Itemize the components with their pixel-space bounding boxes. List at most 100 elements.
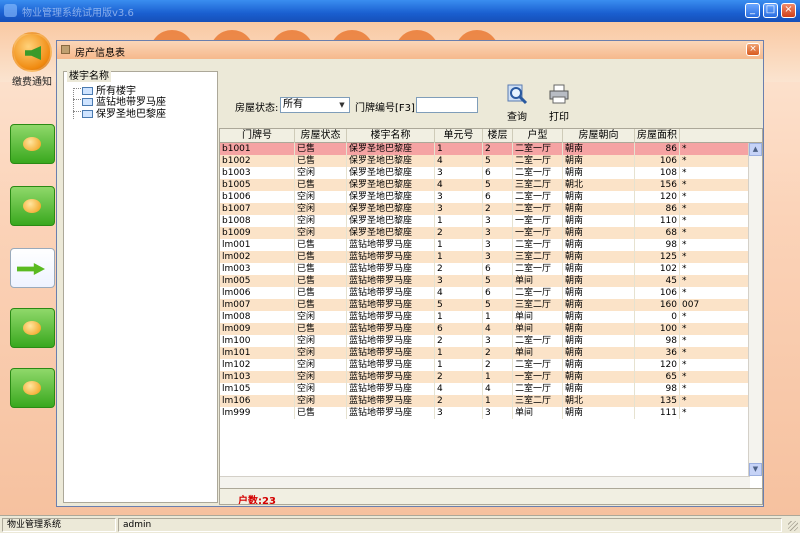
vertical-scrollbar[interactable]: ▲ ▼: [748, 143, 762, 476]
app-icon: [4, 4, 17, 17]
column-header[interactable]: 门牌号: [220, 129, 295, 143]
chevron-down-icon[interactable]: ▼: [336, 99, 348, 111]
table-row[interactable]: b1007 空闲 保罗圣地巴黎座 3 2 二室一厅 朝南 86 *: [220, 203, 750, 215]
table-cell: 蓝钻地带罗马座: [347, 299, 435, 311]
column-header[interactable]: 房屋状态: [295, 129, 347, 143]
table-cell: 5: [483, 275, 513, 287]
table-cell: 3: [483, 239, 513, 251]
table-cell: 二室一厅: [513, 191, 563, 203]
tree-item-paris[interactable]: 保罗圣地巴黎座: [82, 105, 166, 120]
resize-grip[interactable]: [788, 521, 798, 531]
table-cell: *: [682, 348, 687, 358]
table-cell: 朝南: [563, 335, 635, 347]
table-cell: 朝南: [563, 263, 635, 275]
sidebar-button-2[interactable]: [10, 186, 55, 226]
tree-item-label: 保罗圣地巴黎座: [96, 109, 166, 120]
table-row[interactable]: lm001 已售 蓝钻地带罗马座 1 3 二室一厅 朝南 98 *: [220, 239, 750, 251]
table-row[interactable]: lm008 空闲 蓝钻地带罗马座 1 1 单间 朝南 0 *: [220, 311, 750, 323]
table-row[interactable]: b1003 空闲 保罗圣地巴黎座 3 6 二室一厅 朝南 108 *: [220, 167, 750, 179]
table-row[interactable]: lm100 空闲 蓝钻地带罗马座 2 3 二室一厅 朝南 98 *: [220, 335, 750, 347]
table-row[interactable]: lm009 已售 蓝钻地带罗马座 6 4 单间 朝南 100 *: [220, 323, 750, 335]
table-cell: 2: [435, 395, 483, 407]
table-cell: 已售: [295, 143, 347, 155]
table-cell: 保罗圣地巴黎座: [347, 191, 435, 203]
column-header[interactable]: 楼宇名称: [347, 129, 435, 143]
dialog-titlebar[interactable]: 房产信息表 ×: [57, 41, 763, 59]
table-row[interactable]: lm002 已售 蓝钻地带罗马座 1 3 三室二厅 朝南 125 *: [220, 251, 750, 263]
table-row[interactable]: lm005 已售 蓝钻地带罗马座 3 5 单间 朝南 45 *: [220, 275, 750, 287]
table-row[interactable]: b1001 已售 保罗圣地巴黎座 1 2 二室一厅 朝南 86 *: [220, 143, 750, 155]
close-button[interactable]: ×: [781, 3, 796, 18]
column-header[interactable]: 房屋面积: [635, 129, 680, 143]
sidebar-button-active[interactable]: [10, 248, 55, 288]
table-row[interactable]: lm106 空闲 蓝钻地带罗马座 2 1 三室二厅 朝北 135 *: [220, 395, 750, 407]
speaker-icon: [25, 46, 41, 60]
table-row[interactable]: lm103 空闲 蓝钻地带罗马座 2 1 一室一厅 朝南 65 *: [220, 371, 750, 383]
table-cell: 6: [483, 263, 513, 275]
query-button[interactable]: 查询: [502, 83, 532, 123]
record-count: 户数:23: [238, 496, 276, 505]
table-cell: 朝南: [563, 215, 635, 227]
table-cell: 4: [435, 383, 483, 395]
table-cell: lm101: [220, 347, 295, 359]
table-row[interactable]: lm101 空闲 蓝钻地带罗马座 1 2 单间 朝南 36 *: [220, 347, 750, 359]
folder-icon: [82, 110, 93, 118]
table-cell: *: [682, 396, 687, 406]
table-cell: b1002: [220, 155, 295, 167]
table-cell: 二室一厅: [513, 143, 563, 155]
table-row[interactable]: b1009 空闲 保罗圣地巴黎座 2 3 一室一厅 朝南 68 *: [220, 227, 750, 239]
dialog-close-button[interactable]: ×: [746, 43, 760, 56]
table-cell: 111: [635, 407, 680, 419]
table-cell: *: [682, 192, 687, 202]
table-cell: 98: [635, 383, 680, 395]
table-cell: 已售: [295, 239, 347, 251]
sidebar-button-3[interactable]: [10, 308, 55, 348]
dialog-title: 房产信息表: [75, 48, 125, 59]
table-row[interactable]: b1005 已售 保罗圣地巴黎座 4 5 三室二厅 朝北 156 *: [220, 179, 750, 191]
status-filter-select[interactable]: 所有 ▼: [280, 97, 350, 113]
table-row[interactable]: lm003 已售 蓝钻地带罗马座 2 6 二室一厅 朝南 102 *: [220, 263, 750, 275]
column-header[interactable]: 楼层: [483, 129, 513, 143]
door-number-input[interactable]: [416, 97, 478, 113]
table-cell: 110: [635, 215, 680, 227]
table-cell: 朝南: [563, 191, 635, 203]
print-button[interactable]: 打印: [544, 83, 574, 123]
table-cell: lm008: [220, 311, 295, 323]
table-cell: 5: [483, 155, 513, 167]
table-cell: 已售: [295, 323, 347, 335]
arrow-right-icon: [17, 263, 45, 275]
main-titlebar[interactable]: 物业管理系统试用版v3.6 _ □ ×: [0, 0, 800, 22]
scroll-down-icon[interactable]: ▼: [749, 463, 762, 476]
column-header[interactable]: 房屋朝向: [563, 129, 635, 143]
table-cell: 2: [483, 347, 513, 359]
table-cell: b1003: [220, 167, 295, 179]
table-cell: 蓝钻地带罗马座: [347, 311, 435, 323]
payment-notice-button[interactable]: [12, 32, 52, 72]
table-row[interactable]: b1002 已售 保罗圣地巴黎座 4 5 二室一厅 朝南 106 *: [220, 155, 750, 167]
minimize-button[interactable]: _: [745, 3, 760, 18]
maximize-button[interactable]: □: [763, 3, 778, 18]
sidebar-button-1[interactable]: [10, 124, 55, 164]
table-cell: 三室二厅: [513, 251, 563, 263]
table-row[interactable]: lm999 已售 蓝钻地带罗马座 3 3 单间 朝南 111 *: [220, 407, 750, 419]
table-row[interactable]: b1008 空闲 保罗圣地巴黎座 1 3 一室一厅 朝南 110 *: [220, 215, 750, 227]
table-cell: 已售: [295, 263, 347, 275]
column-header[interactable]: 单元号: [435, 129, 483, 143]
table-footer: 户数:23: [220, 488, 762, 505]
table-cell: 二室一厅: [513, 239, 563, 251]
table-row[interactable]: lm007 已售 蓝钻地带罗马座 5 5 三室二厅 朝南 160 007: [220, 299, 750, 311]
table-cell: 68: [635, 227, 680, 239]
table-cell: 125: [635, 251, 680, 263]
sidebar-button-4[interactable]: [10, 368, 55, 408]
horizontal-scrollbar[interactable]: [220, 476, 750, 488]
scroll-up-icon[interactable]: ▲: [749, 143, 762, 156]
table-row[interactable]: b1006 空闲 保罗圣地巴黎座 3 6 二室一厅 朝南 120 *: [220, 191, 750, 203]
table-row[interactable]: lm006 已售 蓝钻地带罗马座 4 6 二室一厅 朝南 106 *: [220, 287, 750, 299]
table-row[interactable]: lm105 空闲 蓝钻地带罗马座 4 4 二室一厅 朝南 98 *: [220, 383, 750, 395]
table-row[interactable]: lm102 空闲 蓝钻地带罗马座 1 2 二室一厅 朝南 120 *: [220, 359, 750, 371]
table-cell: 蓝钻地带罗马座: [347, 239, 435, 251]
column-header[interactable]: 户型: [513, 129, 563, 143]
table-cell: 朝南: [563, 359, 635, 371]
table-cell: 2: [435, 335, 483, 347]
table-cell: 三室二厅: [513, 299, 563, 311]
